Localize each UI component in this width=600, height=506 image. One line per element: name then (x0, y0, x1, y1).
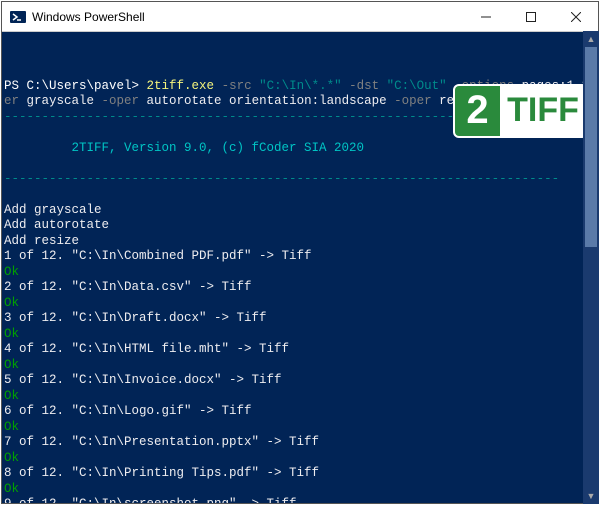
ok-line: Ok (4, 296, 19, 310)
minimize-button[interactable] (463, 2, 508, 32)
logo-tiff: TIFF (500, 86, 586, 136)
cmd-exe: 2tiff.exe (147, 79, 222, 93)
powershell-window: Windows PowerShell PS C:\Users\pavel> 2t… (1, 1, 599, 504)
file-line: 5 of 12. "C:\In\Invoice.docx" -> Tiff (4, 373, 282, 387)
ok-line: Ok (4, 389, 19, 403)
window-title: Windows PowerShell (32, 10, 145, 24)
flag-oper3: -oper (394, 94, 439, 108)
flag-oper1b: er (4, 94, 27, 108)
arg-grayscale: grayscale (27, 94, 102, 108)
op-resize: Add resize (4, 234, 79, 248)
arg-autorotate: autorotate orientation:landscape (147, 94, 395, 108)
close-button[interactable] (553, 2, 598, 32)
vertical-scrollbar[interactable]: ▲ ▼ (583, 31, 599, 504)
terminal[interactable]: PS C:\Users\pavel> 2tiff.exe -src "C:\In… (2, 32, 598, 503)
2tiff-logo: 2 TIFF (453, 84, 588, 138)
ok-line: Ok (4, 482, 19, 496)
file-line: 3 of 12. "C:\In\Draft.docx" -> Tiff (4, 311, 267, 325)
file-line: 7 of 12. "C:\In\Presentation.pptx" -> Ti… (4, 435, 319, 449)
flag-oper2: -oper (102, 94, 147, 108)
prompt-path: C:\Users\pavel> (27, 79, 147, 93)
file-line: 4 of 12. "C:\In\HTML file.mht" -> Tiff (4, 342, 289, 356)
scroll-down-icon[interactable]: ▼ (583, 488, 599, 504)
file-line: 8 of 12. "C:\In\Printing Tips.pdf" -> Ti… (4, 466, 319, 480)
ok-line: Ok (4, 451, 19, 465)
file-line: 9 of 12. "C:\In\screenshot.png" -> Tiff (4, 497, 297, 503)
op-autorotate: Add autorotate (4, 218, 109, 232)
scroll-up-icon[interactable]: ▲ (583, 31, 599, 47)
ok-line: Ok (4, 265, 19, 279)
flag-src: -src (222, 79, 260, 93)
ok-line: Ok (4, 327, 19, 341)
arg-src: "C:\In\*.*" (259, 79, 349, 93)
arg-dst: "C:\Out" (387, 79, 455, 93)
flag-dst: -dst (349, 79, 387, 93)
scrollbar-thumb[interactable] (585, 47, 597, 247)
op-grayscale: Add grayscale (4, 203, 102, 217)
version-banner: 2TIFF, Version 9.0, (c) fCoder SIA 2020 (4, 141, 364, 155)
ok-line: Ok (4, 358, 19, 372)
file-line: 2 of 12. "C:\In\Data.csv" -> Tiff (4, 280, 252, 294)
logo-2: 2 (455, 86, 500, 136)
prompt-ps: PS (4, 79, 27, 93)
maximize-button[interactable] (508, 2, 553, 32)
file-line: 1 of 12. "C:\In\Combined PDF.pdf" -> Tif… (4, 249, 312, 263)
divider-bottom: ----------------------------------------… (4, 172, 559, 186)
ok-line: Ok (4, 420, 19, 434)
titlebar[interactable]: Windows PowerShell (2, 2, 598, 32)
powershell-icon (10, 9, 26, 25)
file-line: 6 of 12. "C:\In\Logo.gif" -> Tiff (4, 404, 252, 418)
